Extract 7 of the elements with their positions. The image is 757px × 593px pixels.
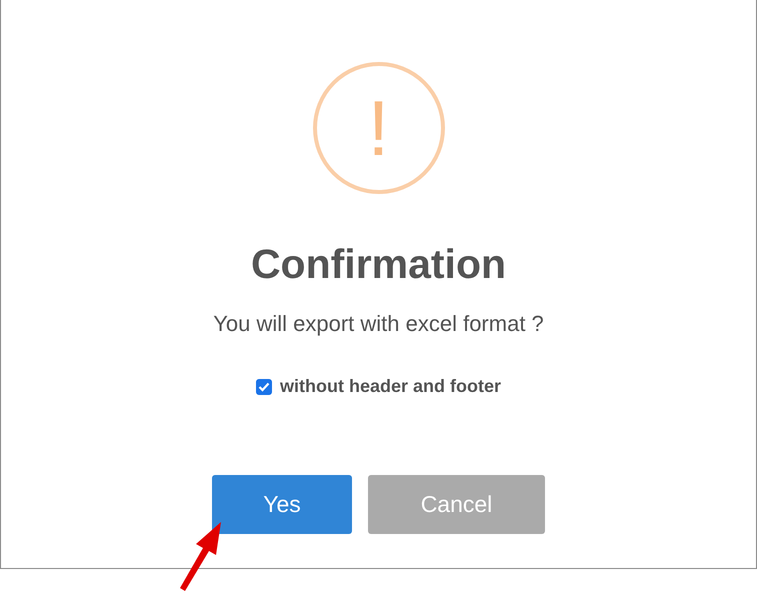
dialog-title: Confirmation — [250, 240, 506, 288]
cancel-button[interactable]: Cancel — [368, 475, 545, 534]
yes-button[interactable]: Yes — [212, 475, 352, 534]
warning-icon: ! — [312, 62, 444, 194]
dialog-message: You will export with excel format ? — [213, 310, 544, 338]
checkbox-label: without header and footer — [280, 376, 501, 397]
checkbox[interactable] — [256, 378, 272, 394]
